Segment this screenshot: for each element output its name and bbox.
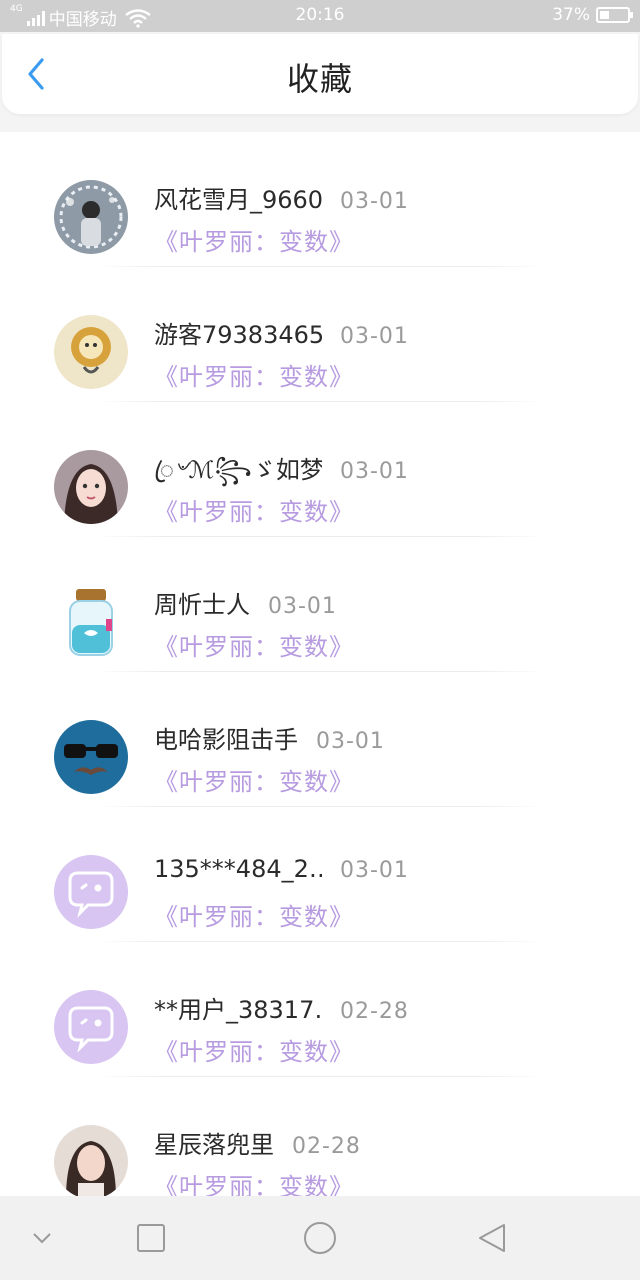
date: 03-01 xyxy=(340,189,409,214)
user-name: 周忻士人 xyxy=(154,591,250,619)
book-title[interactable]: 《叶罗丽：变数》 xyxy=(154,1167,354,1196)
user-name: 风花雪月_9660… xyxy=(154,186,322,214)
book-title[interactable]: 《叶罗丽：变数》 xyxy=(154,762,354,797)
date: 03-01 xyxy=(340,858,409,883)
book-title[interactable]: 《叶罗丽：变数》 xyxy=(154,492,354,527)
list-item[interactable]: ꦿ৺ℳ꧂ゞ如梦初… 03-01 《叶罗丽：变数》 xyxy=(0,402,640,537)
avatar xyxy=(54,585,128,659)
date: 02-28 xyxy=(292,1134,361,1159)
battery-percent: 37% xyxy=(552,5,590,25)
square-icon xyxy=(137,1224,165,1252)
avatar xyxy=(54,990,128,1064)
user-name: **用户_38317… xyxy=(154,996,322,1024)
photo-girl-icon xyxy=(54,1125,128,1196)
book-title[interactable]: 《叶罗丽：变数》 xyxy=(154,1032,354,1067)
user-name: 电哈影阻击手 xyxy=(154,726,298,754)
chevron-down-icon xyxy=(33,1233,51,1244)
list-item[interactable]: 135***484_2… 03-01 《叶罗丽：变数》 xyxy=(0,807,640,942)
clock: 20:16 xyxy=(295,5,345,25)
user-name: 135***484_2… xyxy=(154,855,322,883)
name-line: 风花雪月_9660… 03-01 xyxy=(154,180,409,215)
name-line: 游客793834653 03-01 xyxy=(154,315,409,350)
date: 02-28 xyxy=(340,999,409,1024)
name-line: 周忻士人 03-01 xyxy=(154,585,337,620)
home-button[interactable] xyxy=(298,1216,342,1260)
photo-girl-icon xyxy=(54,180,128,254)
avatar xyxy=(54,315,128,389)
triangle-back-icon xyxy=(479,1224,505,1252)
list-item[interactable]: 游客793834653 03-01 《叶罗丽：变数》 xyxy=(0,267,640,402)
list-item[interactable]: 电哈影阻击手 03-01 《叶罗丽：变数》 xyxy=(0,672,640,807)
illustrated-girl-icon xyxy=(54,450,128,524)
avatar xyxy=(54,1125,128,1196)
date: 03-01 xyxy=(316,729,385,754)
default-chat-avatar-icon xyxy=(54,990,128,1064)
page-title: 收藏 xyxy=(286,60,353,98)
app-header: 收藏 xyxy=(2,34,638,114)
favorites-list: 风花雪月_9660… 03-01 《叶罗丽：变数》 游客793834653 03… xyxy=(0,132,640,1196)
sunglasses-mustache-icon xyxy=(54,720,128,794)
system-nav-bar xyxy=(0,1196,640,1280)
collapse-button[interactable] xyxy=(20,1216,64,1260)
name-line: **用户_38317… 02-28 xyxy=(154,990,409,1025)
name-line: 135***484_2… 03-01 xyxy=(154,855,409,883)
list-item[interactable]: 风花雪月_9660… 03-01 《叶罗丽：变数》 xyxy=(0,132,640,267)
list-item[interactable]: **用户_38317… 02-28 《叶罗丽：变数》 xyxy=(0,942,640,1077)
battery-icon xyxy=(596,7,633,23)
list-item[interactable]: 周忻士人 03-01 《叶罗丽：变数》 xyxy=(0,537,640,672)
recents-button[interactable] xyxy=(129,1216,173,1260)
status-right: 37% xyxy=(552,5,633,25)
date: 03-01 xyxy=(268,594,337,619)
default-chat-avatar-icon xyxy=(54,855,128,929)
user-name: 游客793834653 xyxy=(154,321,322,349)
avatar xyxy=(54,450,128,524)
cartoon-lion-icon xyxy=(54,315,128,389)
name-line: 电哈影阻击手 03-01 xyxy=(154,720,385,755)
book-title[interactable]: 《叶罗丽：变数》 xyxy=(154,357,354,392)
avatar xyxy=(54,855,128,929)
avatar xyxy=(54,720,128,794)
circle-icon xyxy=(304,1222,336,1254)
back-nav-button[interactable] xyxy=(470,1216,514,1260)
list-item[interactable]: 星辰落兜里 02-28 《叶罗丽：变数》 xyxy=(0,1077,640,1196)
name-line: 星辰落兜里 02-28 xyxy=(154,1125,361,1160)
book-title[interactable]: 《叶罗丽：变数》 xyxy=(154,897,354,932)
bottle-icon xyxy=(54,585,128,659)
date: 03-01 xyxy=(340,459,409,484)
book-title[interactable]: 《叶罗丽：变数》 xyxy=(154,627,354,662)
status-bar: 4G 中国移动 20:16 37% xyxy=(0,0,640,32)
date: 03-01 xyxy=(340,324,409,349)
user-name: 星辰落兜里 xyxy=(154,1131,274,1159)
avatar xyxy=(54,180,128,254)
book-title[interactable]: 《叶罗丽：变数》 xyxy=(154,222,354,257)
